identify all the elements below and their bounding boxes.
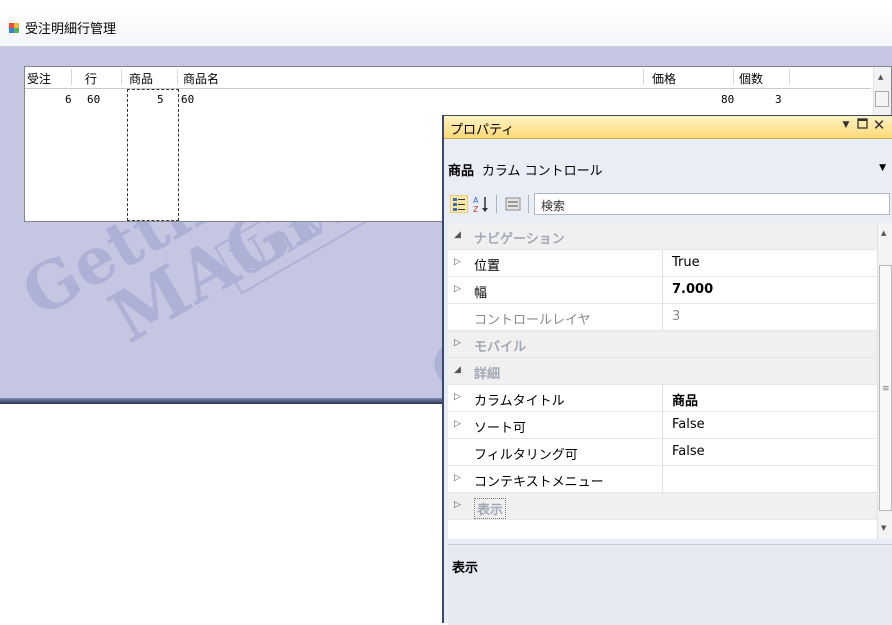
search-input[interactable]: 検索 — [534, 193, 890, 215]
property-name: 詳細 — [474, 367, 501, 382]
property-divider[interactable] — [662, 466, 663, 493]
property-name: モバイル — [474, 340, 527, 355]
property-value[interactable]: 3 — [672, 309, 680, 324]
property-name: カラムタイトル — [474, 394, 565, 409]
expand-icon[interactable]: ▷ — [454, 473, 461, 483]
property-value[interactable]: 商品 — [672, 390, 698, 409]
expand-icon[interactable]: ▷ — [454, 284, 461, 294]
expand-icon[interactable]: ▷ — [454, 500, 461, 510]
scroll-thumb[interactable] — [875, 91, 889, 107]
selected-column-focus[interactable] — [127, 89, 179, 221]
properties-title-bar[interactable]: プロパティ ▼ ✕ — [444, 116, 892, 139]
property-row[interactable]: ▷ 幅 7.000 — [448, 277, 877, 304]
form-title-bar — [0, 10, 892, 47]
column-divider[interactable] — [789, 69, 790, 85]
column-header-product[interactable]: 商品 — [129, 70, 153, 87]
column-divider[interactable] — [643, 69, 644, 85]
property-name: コンテキストメニュー — [474, 475, 604, 490]
chevron-down-icon[interactable]: ▼ — [879, 163, 886, 173]
property-divider[interactable] — [662, 277, 663, 304]
property-name: 表示 — [474, 498, 507, 519]
expand-icon[interactable]: ▷ — [454, 419, 461, 429]
cell-price[interactable]: 80 — [721, 93, 734, 106]
property-grid: ◢ ナビゲーション ▷ 位置 True ▷ 幅 7.000 コントロールレイヤ 3 ▷ モバイル ◢ 詳細… — [448, 223, 877, 539]
column-divider[interactable] — [71, 69, 72, 85]
column-divider[interactable] — [733, 69, 734, 85]
property-row[interactable]: コントロールレイヤ 3 — [448, 304, 877, 331]
column-header-line[interactable]: 行 — [85, 70, 97, 87]
property-value[interactable]: False — [672, 417, 705, 432]
column-divider[interactable] — [121, 69, 122, 85]
column-header-price[interactable]: 価格 — [652, 70, 676, 87]
property-name: ナビゲーション — [474, 232, 565, 247]
table-header: 受注 行 商品 商品名 価格 個数 — [25, 67, 871, 89]
property-row[interactable]: フィルタリング可 False — [448, 439, 877, 466]
property-value[interactable]: 7.000 — [672, 282, 713, 297]
property-name: 位置 — [474, 259, 501, 274]
property-divider[interactable] — [662, 412, 663, 439]
cell-order[interactable]: 6 — [65, 93, 72, 106]
form-title: 受注明細行管理 — [25, 22, 117, 37]
property-category-row[interactable]: ▷ モバイル — [448, 331, 877, 358]
property-row[interactable]: ▷ ソート可 False — [448, 412, 877, 439]
property-divider[interactable] — [662, 385, 663, 412]
expand-icon[interactable]: ▷ — [454, 257, 461, 267]
property-row[interactable]: ▷ コンテキストメニュー — [448, 466, 877, 493]
column-divider[interactable] — [177, 69, 178, 85]
description-title: 表示 — [452, 561, 479, 576]
scroll-up-icon[interactable]: ▲ — [881, 229, 886, 237]
search-placeholder: 検索 — [541, 199, 566, 213]
property-name: 幅 — [474, 286, 488, 301]
form-icon — [9, 23, 19, 33]
description-pane: 表示 — [448, 544, 892, 625]
object-selector[interactable]: 商品 カラム コントロール ▼ — [448, 160, 892, 184]
collapse-icon[interactable]: ◢ — [454, 230, 461, 240]
alphabetical-icon[interactable]: A Z — [472, 195, 490, 213]
property-category-row[interactable]: ◢ ナビゲーション — [448, 223, 877, 250]
property-name: コントロールレイヤ — [474, 313, 591, 328]
property-divider[interactable] — [662, 439, 663, 466]
properties-toolbar: A Z 検索 — [448, 192, 890, 218]
scroll-grip-icon: ≡ — [882, 384, 890, 394]
scroll-thumb[interactable]: ≡ — [879, 265, 892, 511]
scroll-down-icon[interactable]: ▼ — [881, 524, 886, 532]
toolbar-divider — [528, 195, 529, 213]
selected-object-type: カラム コントロール — [481, 164, 603, 179]
property-pages-icon[interactable] — [504, 195, 522, 213]
expand-icon[interactable]: ▷ — [454, 392, 461, 402]
selected-object-name: 商品 — [448, 164, 475, 179]
property-row[interactable]: ▷ 位置 True — [448, 250, 877, 277]
expand-icon[interactable]: ▷ — [454, 338, 461, 348]
property-name: フィルタリング可 — [474, 448, 578, 463]
svg-text:A: A — [473, 196, 479, 205]
property-divider[interactable] — [662, 304, 663, 331]
column-header-quantity[interactable]: 個数 — [739, 70, 763, 87]
scroll-up-icon[interactable]: ▲ — [878, 73, 883, 81]
toolbar-divider — [496, 195, 497, 213]
categorized-icon[interactable] — [450, 195, 468, 213]
property-category-row[interactable]: ▷ 表示 — [448, 493, 877, 520]
property-name: ソート可 — [474, 421, 527, 436]
column-header-order[interactable]: 受注 — [27, 70, 51, 87]
property-grid-scrollbar[interactable]: ▲ ≡ ▼ — [877, 223, 892, 539]
property-divider[interactable] — [662, 250, 663, 277]
property-value[interactable]: False — [672, 444, 705, 459]
maximize-icon[interactable] — [854, 118, 870, 132]
close-icon[interactable]: ✕ — [871, 116, 887, 134]
cell-product-name[interactable]: 60 — [181, 93, 194, 106]
properties-panel: プロパティ ▼ ✕ 商品 カラム コントロール ▼ A Z 検索 ◢ ナビゲーシ… — [442, 115, 892, 625]
collapse-icon[interactable]: ◢ — [454, 365, 461, 375]
property-value[interactable]: True — [672, 255, 700, 270]
dropdown-icon[interactable]: ▼ — [838, 120, 854, 130]
property-category-row[interactable]: ◢ 詳細 — [448, 358, 877, 385]
properties-title: プロパティ — [450, 123, 515, 138]
column-header-product-name[interactable]: 商品名 — [183, 70, 219, 87]
svg-text:Z: Z — [473, 205, 479, 213]
property-row[interactable]: ▷ カラムタイトル 商品 — [448, 385, 877, 412]
cell-line[interactable]: 60 — [87, 93, 100, 106]
cell-quantity[interactable]: 3 — [775, 93, 782, 106]
